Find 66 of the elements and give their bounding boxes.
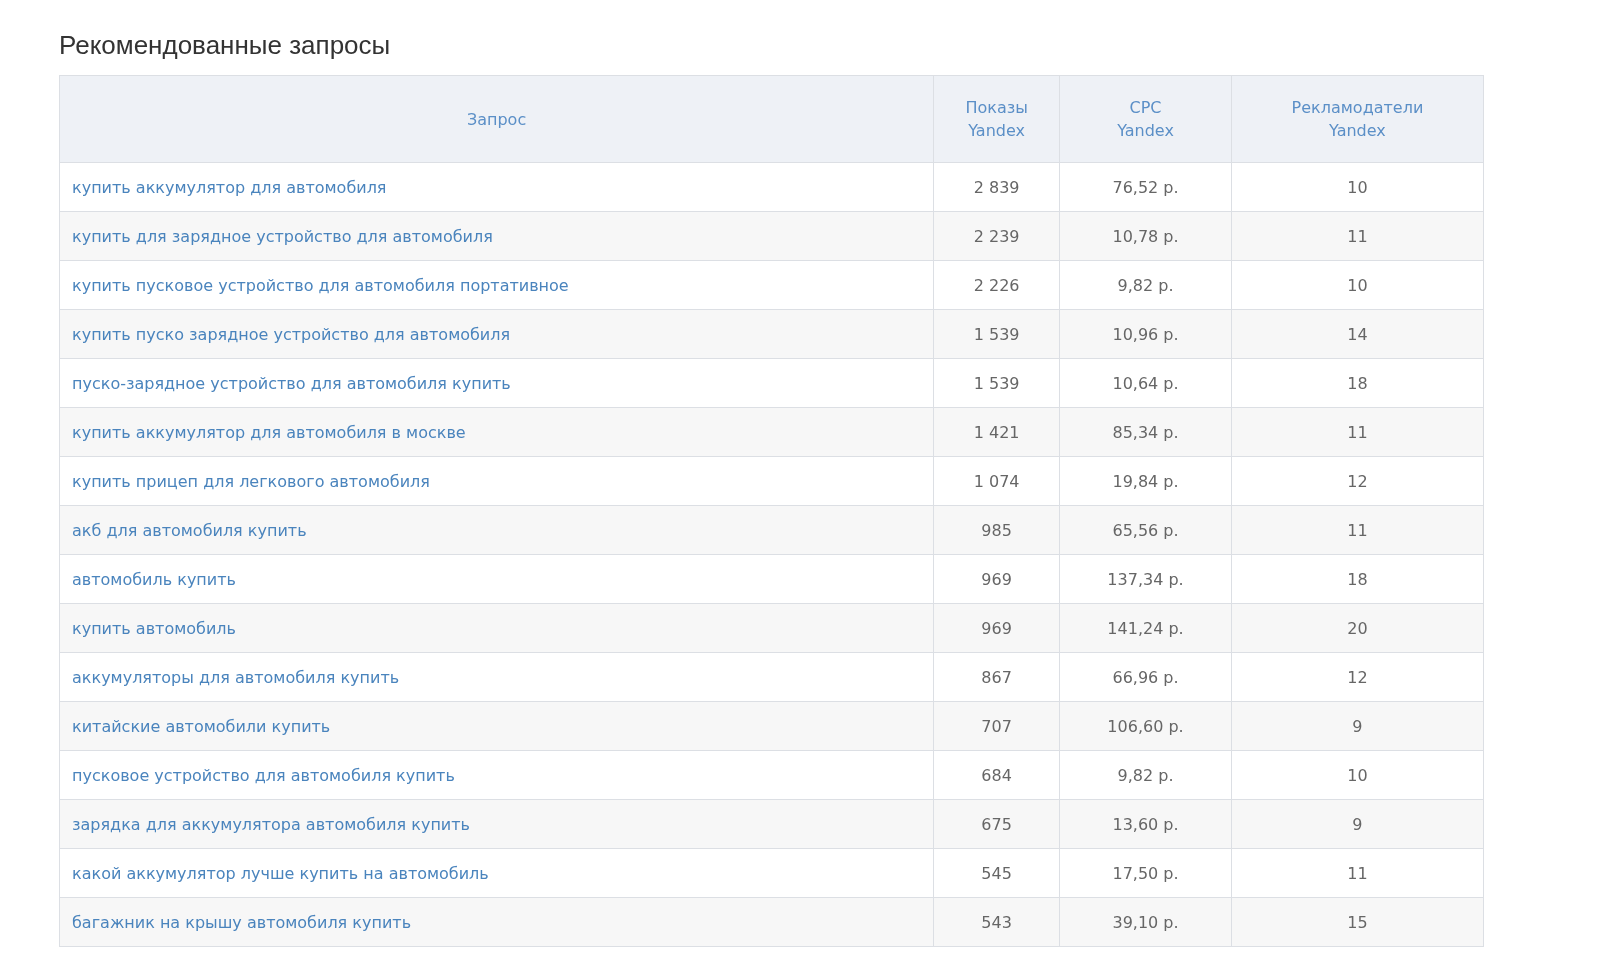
table-cell: 66,96 р. (1059, 652, 1232, 702)
column-header: Рекламодатели Yandex (1231, 75, 1484, 163)
table-cell: 85,34 р. (1059, 407, 1232, 457)
table-cell: 17,50 р. (1059, 848, 1232, 898)
query-link[interactable]: китайские автомобили купить (72, 716, 331, 736)
table-cell: 10,96 р. (1059, 309, 1232, 359)
column-header: Запрос (59, 75, 934, 163)
table-cell: 9,82 р. (1059, 750, 1232, 800)
table-cell: 15 (1231, 897, 1484, 947)
table-cell: 1 421 (933, 407, 1060, 457)
table-cell: 39,10 р. (1059, 897, 1232, 947)
table-cell: 9,82 р. (1059, 260, 1232, 310)
table-cell: 19,84 р. (1059, 456, 1232, 506)
query-link[interactable]: акб для автомобиля купить (72, 520, 307, 540)
table-cell: 2 239 (933, 211, 1060, 261)
table-cell: 684 (933, 750, 1060, 800)
table-cell: 14 (1231, 309, 1484, 359)
table-cell: 543 (933, 897, 1060, 947)
table-cell: 65,56 р. (1059, 505, 1232, 555)
table-cell: 675 (933, 799, 1060, 849)
table-cell: 11 (1231, 211, 1484, 261)
table-cell: 12 (1231, 456, 1484, 506)
table-cell: 9 (1231, 799, 1484, 849)
table-cell: 11 (1231, 407, 1484, 457)
query-link[interactable]: купить прицеп для легкового автомобиля (72, 471, 430, 491)
table-cell: 13,60 р. (1059, 799, 1232, 849)
page-title: Рекомендованные запросы (59, 30, 392, 61)
table-cell: 2 226 (933, 260, 1060, 310)
table-cell: 969 (933, 603, 1060, 653)
table-cell: 76,52 р. (1059, 162, 1232, 212)
table-cell: 20 (1231, 603, 1484, 653)
query-link[interactable]: какой аккумулятор лучше купить на автомобиль (72, 863, 489, 883)
table-cell: 137,34 р. (1059, 554, 1232, 604)
table-cell: 867 (933, 652, 1060, 702)
table-cell: 10,78 р. (1059, 211, 1232, 261)
query-link[interactable]: багажник на крышу автомобиля купить (72, 912, 412, 932)
table-cell: 545 (933, 848, 1060, 898)
query-link[interactable]: купить аккумулятор для автомобиля (72, 177, 387, 197)
table-cell: 10 (1231, 162, 1484, 212)
query-link[interactable]: купить автомобиль (72, 618, 236, 638)
query-link[interactable]: купить для зарядное устройство для автомобиля (72, 226, 493, 246)
query-link[interactable]: пусковое устройство для автомобиля купить (72, 765, 455, 785)
query-link[interactable]: автомобиль купить (72, 569, 236, 589)
column-header: Показы Yandex (933, 75, 1060, 163)
table-cell: 18 (1231, 358, 1484, 408)
table-cell: 1 539 (933, 358, 1060, 408)
table-cell: 1 539 (933, 309, 1060, 359)
table-cell: 1 074 (933, 456, 1060, 506)
table-cell: 10,64 р. (1059, 358, 1232, 408)
table-cell: 11 (1231, 848, 1484, 898)
query-link[interactable]: аккумуляторы для автомобиля купить (72, 667, 400, 687)
table-cell: 10 (1231, 260, 1484, 310)
column-header: CPC Yandex (1059, 75, 1232, 163)
table-cell: 985 (933, 505, 1060, 555)
table-cell: 969 (933, 554, 1060, 604)
query-link[interactable]: купить аккумулятор для автомобиля в москве (72, 422, 466, 442)
table-cell: 9 (1231, 701, 1484, 751)
table-cell: 2 839 (933, 162, 1060, 212)
table-cell: 11 (1231, 505, 1484, 555)
table-cell: 12 (1231, 652, 1484, 702)
table-cell: 707 (933, 701, 1060, 751)
table-cell: 18 (1231, 554, 1484, 604)
table-cell: 10 (1231, 750, 1484, 800)
table-cell: 106,60 р. (1059, 701, 1232, 751)
table-cell: 141,24 р. (1059, 603, 1232, 653)
query-link[interactable]: зарядка для аккумулятора автомобиля купить (72, 814, 470, 834)
